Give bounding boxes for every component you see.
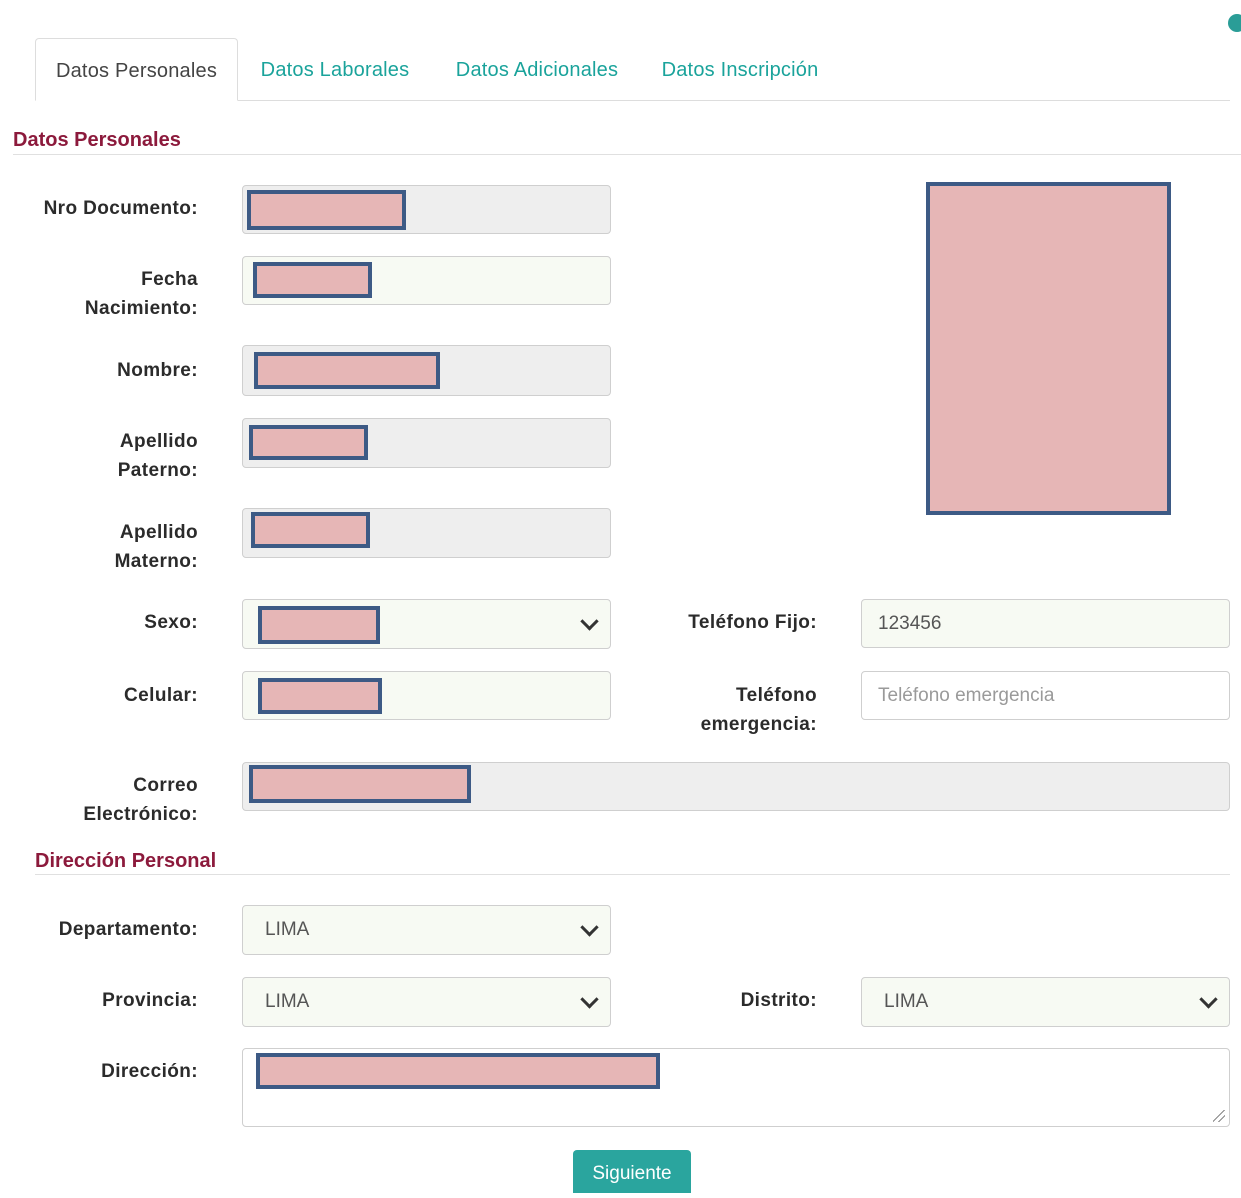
section-divider [13,154,1241,155]
label-apellido-paterno-1: Apellido [119,431,198,452]
sexo-select[interactable] [242,599,611,649]
label-correo-1: Correo [133,775,198,796]
provincia-select[interactable]: LIMA [242,977,611,1027]
telefono-emergencia-placeholder: Teléfono emergencia [878,684,1055,706]
label-telefono-emergencia-1: Teléfono [736,685,817,706]
redacted-value [258,606,380,644]
label-nombre: Nombre: [117,360,198,381]
label-direccion: Dirección: [101,1061,198,1082]
correo-input[interactable] [242,762,1230,811]
label-distrito: Distrito: [740,990,817,1011]
label-telefono-fijo: Teléfono Fijo: [688,612,817,633]
departamento-value: LIMA [265,919,310,940]
label-correo-2: Electrónico: [83,804,198,825]
redacted-value [249,425,368,460]
departamento-select[interactable]: LIMA [242,905,611,955]
redacted-value [247,190,406,230]
chevron-down-icon [580,612,599,631]
chevron-down-icon [1199,990,1218,1009]
provincia-value: LIMA [265,991,310,1012]
redacted-value [254,352,440,389]
redacted-value [256,1053,660,1089]
label-sexo: Sexo: [144,612,198,633]
chevron-down-icon [580,918,599,937]
tab-datos-adicionales[interactable]: Datos Adicionales [439,38,635,99]
section-title-datos-personales: Datos Personales [13,129,181,151]
label-nro-documento: Nro Documento: [43,198,198,219]
tab-bar: Datos Personales Datos Laborales Datos A… [35,38,1230,101]
telefono-emergencia-input[interactable]: Teléfono emergencia [861,671,1230,720]
tab-datos-personales[interactable]: Datos Personales [35,38,238,101]
label-fecha-nacimiento-1: Fecha [141,269,198,290]
siguiente-button[interactable]: Siguiente [573,1150,691,1193]
nro-documento-input[interactable] [242,185,611,234]
label-apellido-materno-2: Materno: [114,551,198,572]
apellido-paterno-input[interactable] [242,418,611,468]
tab-datos-laborales[interactable]: Datos Laborales [243,38,427,99]
redacted-value [251,512,370,548]
photo-redacted [926,182,1171,515]
fecha-nacimiento-input[interactable] [242,256,611,305]
label-departamento: Departamento: [58,919,198,940]
section-divider [35,874,1230,875]
telefono-fijo-input[interactable]: 123456 [861,599,1230,648]
telefono-fijo-value: 123456 [878,612,942,634]
chevron-down-icon [580,990,599,1009]
nombre-input[interactable] [242,345,611,396]
redacted-value [249,765,471,803]
label-celular: Celular: [124,685,198,706]
distrito-value: LIMA [884,991,929,1012]
label-apellido-materno-1: Apellido [119,522,198,543]
label-apellido-paterno-2: Paterno: [117,460,198,481]
direccion-textarea[interactable] [242,1048,1230,1127]
corner-icon[interactable] [1228,14,1241,32]
label-provincia: Provincia: [102,990,198,1011]
tab-datos-inscripcion[interactable]: Datos Inscripción [647,38,833,99]
distrito-select[interactable]: LIMA [861,977,1230,1027]
redacted-value [253,262,372,298]
redacted-value [258,678,382,714]
label-fecha-nacimiento-2: Nacimiento: [84,298,198,319]
celular-input[interactable] [242,671,611,720]
apellido-materno-input[interactable] [242,508,611,558]
section-title-direccion-personal: Dirección Personal [35,850,217,872]
label-telefono-emergencia-2: emergencia: [700,714,817,735]
resize-grip-icon[interactable] [1213,1110,1225,1122]
